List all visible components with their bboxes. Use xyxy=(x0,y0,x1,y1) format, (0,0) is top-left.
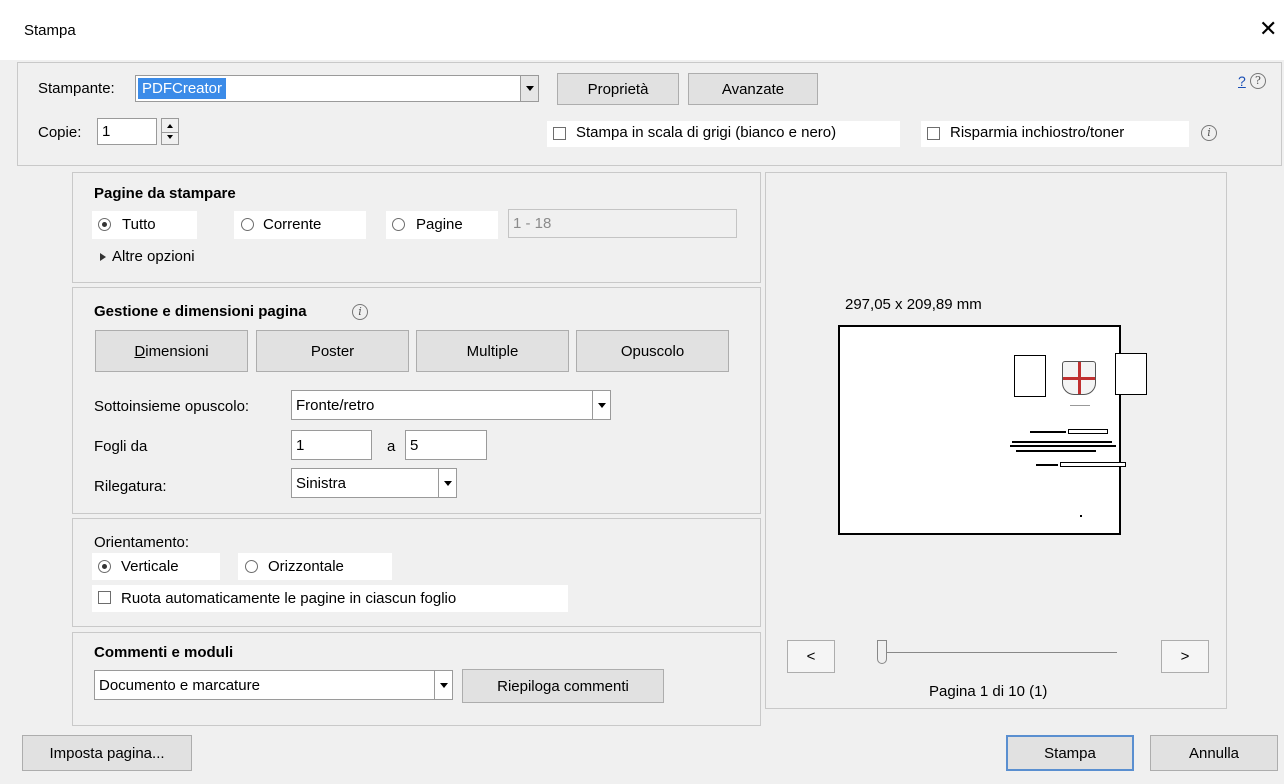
printer-select[interactable]: PDFCreator xyxy=(135,75,539,102)
help-link[interactable]: ? xyxy=(1238,73,1246,89)
preview-dimensions: 297,05 x 209,89 mm xyxy=(845,296,982,313)
auto-rotate-checkbox[interactable] xyxy=(98,591,111,604)
window-title: Stampa xyxy=(24,22,76,39)
advanced-button[interactable]: Avanzate xyxy=(688,73,818,105)
radio-all[interactable] xyxy=(98,218,111,231)
page-handling-heading: Gestione e dimensioni pagina xyxy=(94,303,307,320)
tab-booklet[interactable]: Opuscolo xyxy=(576,330,729,372)
grayscale-label: Stampa in scala di grigi (bianco e nero) xyxy=(576,124,837,141)
print-button[interactable]: Stampa xyxy=(1006,735,1134,771)
booklet-subset-value: Fronte/retro xyxy=(296,396,375,414)
tab-size[interactable]: Dimensioni xyxy=(95,330,248,372)
radio-landscape[interactable] xyxy=(245,560,258,573)
radio-portrait[interactable] xyxy=(98,560,111,573)
sheets-to-label: a xyxy=(387,438,396,455)
expand-arrow-icon xyxy=(100,253,106,262)
info-icon[interactable]: i xyxy=(1201,125,1217,141)
preview-dot xyxy=(1080,515,1082,517)
preview-left-box-outer xyxy=(1014,355,1046,397)
pages-range-input[interactable]: 1 - 18 xyxy=(508,209,737,238)
save-ink-checkbox[interactable] xyxy=(927,127,940,140)
radio-portrait-label: Verticale xyxy=(121,558,179,575)
cancel-button[interactable]: Annulla xyxy=(1150,735,1278,771)
auto-rotate-label: Ruota automaticamente le pagine in ciasc… xyxy=(121,590,457,607)
copies-label: Copie: xyxy=(38,124,82,141)
preview-text-line xyxy=(1070,405,1090,406)
radio-current-label: Corrente xyxy=(263,216,322,233)
chevron-down-icon[interactable] xyxy=(438,469,456,497)
chevron-down-icon[interactable] xyxy=(592,391,610,419)
page-setup-button[interactable]: Imposta pagina... xyxy=(22,735,192,771)
close-icon[interactable]: ✕ xyxy=(1259,18,1277,40)
tab-poster[interactable]: Poster xyxy=(256,330,409,372)
tab-size-mnemonic: D xyxy=(134,342,146,360)
preview-text-line xyxy=(1068,429,1108,434)
slider-thumb[interactable] xyxy=(877,640,887,664)
comments-select-value: Documento e marcature xyxy=(99,676,260,694)
binding-select[interactable]: Sinistra xyxy=(291,468,457,498)
binding-label: Rilegatura: xyxy=(94,478,167,495)
booklet-subset-select[interactable]: Fronte/retro xyxy=(291,390,611,420)
page-status: Pagina 1 di 10 (1) xyxy=(929,683,1048,700)
summarize-comments-button[interactable]: Riepiloga commenti xyxy=(462,669,664,703)
printer-label: Stampante: xyxy=(38,80,115,97)
printer-selected-value: PDFCreator xyxy=(138,78,227,99)
slider-track xyxy=(885,652,1117,653)
radio-landscape-label: Orizzontale xyxy=(268,558,344,575)
coat-of-arms-icon xyxy=(1062,361,1096,395)
preview-text-line xyxy=(1016,450,1096,452)
comments-heading: Commenti e moduli xyxy=(94,644,234,661)
copies-stepper[interactable] xyxy=(161,118,179,145)
tab-multiple[interactable]: Multiple xyxy=(416,330,569,372)
preview-page xyxy=(838,325,1126,535)
stepper-down-icon[interactable] xyxy=(162,131,178,145)
preview-text-line xyxy=(1060,462,1126,467)
radio-pages[interactable] xyxy=(392,218,405,231)
comments-select[interactable]: Documento e marcature xyxy=(94,670,453,700)
copies-input[interactable]: 1 xyxy=(97,118,157,145)
sheets-from-input[interactable]: 1 xyxy=(291,430,372,460)
page-slider[interactable] xyxy=(877,640,1117,670)
tab-size-label: imensioni xyxy=(145,342,209,360)
sheets-from-label: Fogli da xyxy=(94,438,148,455)
radio-all-label: Tutto xyxy=(122,216,156,233)
orientation-heading: Orientamento: xyxy=(94,534,190,551)
help-icon[interactable]: ? xyxy=(1250,73,1266,89)
title-bar xyxy=(0,0,1284,60)
chevron-down-icon[interactable] xyxy=(520,76,538,101)
pages-heading: Pagine da stampare xyxy=(94,185,236,202)
chevron-down-icon[interactable] xyxy=(434,671,452,699)
preview-text-line xyxy=(1010,445,1116,447)
preview-right-box-outer xyxy=(1115,353,1147,395)
save-ink-label: Risparmia inchiostro/toner xyxy=(950,124,1125,141)
binding-value: Sinistra xyxy=(296,474,347,492)
preview-text-line xyxy=(1012,441,1112,443)
preview-text-line xyxy=(1030,431,1066,433)
grayscale-checkbox[interactable] xyxy=(553,127,566,140)
booklet-subset-label: Sottoinsieme opuscolo: xyxy=(94,398,250,415)
more-options-label: Altre opzioni xyxy=(112,248,195,265)
preview-text-line xyxy=(1036,464,1058,466)
more-options-toggle[interactable]: Altre opzioni xyxy=(100,248,195,265)
properties-button[interactable]: Proprietà xyxy=(557,73,679,105)
radio-current[interactable] xyxy=(241,218,254,231)
stepper-up-icon[interactable] xyxy=(162,119,178,132)
prev-page-button[interactable]: < xyxy=(787,640,835,673)
info-icon[interactable]: i xyxy=(352,304,368,320)
radio-pages-label: Pagine xyxy=(416,216,463,233)
next-page-button[interactable]: > xyxy=(1161,640,1209,673)
sheets-to-input[interactable]: 5 xyxy=(405,430,487,460)
